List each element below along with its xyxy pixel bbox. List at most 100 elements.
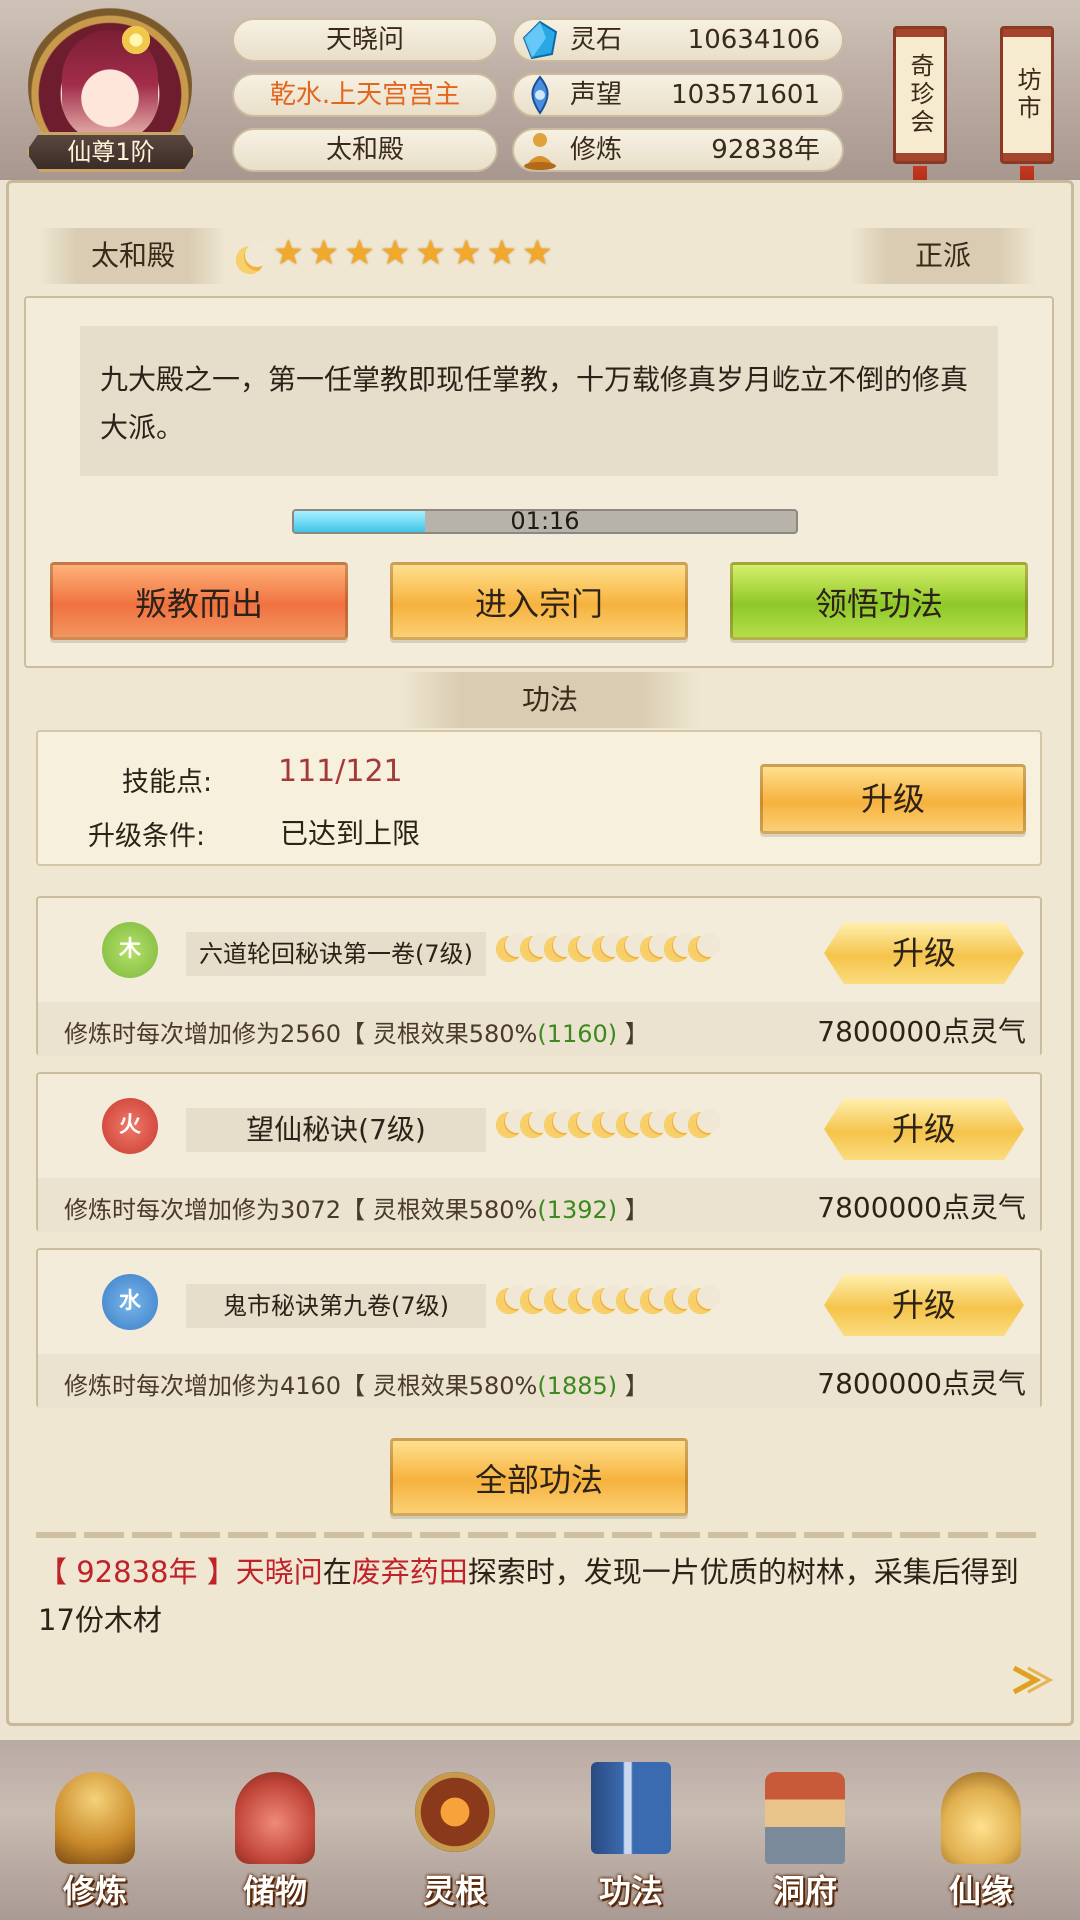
- leave-sect-button[interactable]: 叛教而出: [50, 562, 348, 640]
- technique-row: 水 鬼市秘诀第九卷(7级) 升级 修炼时每次增加修为4160【 灵根效果580%…: [36, 1248, 1042, 1408]
- storage-bag-icon: [235, 1772, 315, 1864]
- moon-icon: [664, 1109, 697, 1138]
- fire-element-icon: 火: [102, 1098, 158, 1154]
- rank-badge: 仙尊1阶: [26, 132, 196, 172]
- resource-label: 声望: [570, 80, 623, 110]
- reputation-icon: [531, 75, 549, 115]
- nav-spirit-root[interactable]: 灵根: [390, 1740, 520, 1920]
- top-header: 仙尊1阶 天晓问 乾水.上天宫宫主 太和殿 灵石 10634106 声望 103…: [0, 0, 1080, 206]
- moon-icon: [640, 1109, 673, 1138]
- upgrade-condition-label: 升级条件:: [88, 821, 206, 852]
- all-techniques-button[interactable]: 全部功法: [390, 1438, 688, 1516]
- moon-icon: [640, 1285, 673, 1314]
- sect-name-label: 太和殿: [40, 228, 226, 284]
- nav-label: 灵根: [422, 1872, 487, 1910]
- moon-icon: [592, 933, 625, 962]
- moon-icon: [496, 933, 529, 962]
- moon-icon: [544, 933, 577, 962]
- moon-icon: [568, 1285, 601, 1314]
- technique-upgrade-button[interactable]: 升级: [824, 922, 1024, 984]
- moon-icon: [568, 1109, 601, 1138]
- log-year: 92838年: [67, 1555, 207, 1589]
- technique-level-moons: [496, 1109, 721, 1142]
- effect-text: 修炼时每次增加修为3072【 灵根效果580%: [64, 1196, 538, 1224]
- hair-flower-icon: [118, 22, 154, 58]
- player-sect: 太和殿: [232, 128, 498, 172]
- technique-book-icon: [591, 1762, 671, 1854]
- nav-label: 储物: [242, 1872, 307, 1910]
- moon-icon: [664, 933, 697, 962]
- technique-name: 望仙秘诀(7级): [186, 1108, 486, 1152]
- market-banner[interactable]: 坊市: [1000, 26, 1054, 164]
- star-rating: ★ ★ ★ ★ ★ ★ ★ ★: [236, 236, 553, 276]
- sect-description: 九大殿之一，第一任掌教即现任掌教，十万载修真岁月屹立不倒的修真大派。: [80, 326, 998, 476]
- technique-level-moons: [496, 933, 721, 966]
- wood-element-icon: 木: [102, 922, 158, 978]
- technique-effect: 修炼时每次增加修为3072【 灵根效果580%(1392) 】: [64, 1190, 649, 1225]
- treasure-fair-banner[interactable]: 奇珍会: [893, 26, 947, 164]
- effect-bonus: (1885): [537, 1372, 618, 1400]
- moon-icon: [520, 1109, 553, 1138]
- star-icon: ★: [486, 233, 518, 273]
- cultivation-icon: [524, 133, 556, 170]
- nav-cultivate[interactable]: 修炼: [30, 1740, 160, 1920]
- event-log-message: 【 92838年 】天晓问在废弃药田探索时，发现一片优质的树林，采集后得到17份…: [38, 1548, 1038, 1644]
- moon-icon: [688, 1285, 721, 1314]
- nav-label: 仙缘: [948, 1872, 1013, 1910]
- technique-effect: 修炼时每次增加修为2560【 灵根效果580%(1160) 】: [64, 1014, 649, 1049]
- effect-suffix: 】: [617, 1196, 649, 1224]
- technique-name: 鬼市秘诀第九卷(7级): [186, 1284, 486, 1328]
- skill-points-value: 111/121: [278, 754, 403, 789]
- enter-sect-button[interactable]: 进入宗门: [390, 562, 688, 640]
- spirit-root-icon: [415, 1772, 495, 1852]
- ornamental-divider: [36, 1532, 1042, 1538]
- moon-icon: [496, 1109, 529, 1138]
- techniques-section-title: 功法: [400, 672, 700, 728]
- effect-suffix: 】: [617, 1020, 649, 1048]
- effect-text: 修炼时每次增加修为4160【 灵根效果580%: [64, 1372, 538, 1400]
- resource-value: 92838年: [711, 135, 820, 165]
- resource-value: 103571601: [671, 80, 820, 110]
- nav-cave[interactable]: 洞府: [740, 1740, 870, 1920]
- player-name: 天晓问: [232, 18, 498, 62]
- comprehend-technique-button[interactable]: 领悟功法: [730, 562, 1028, 640]
- moon-icon: [592, 1109, 625, 1138]
- nav-immortal-fate[interactable]: 仙缘: [916, 1740, 1046, 1920]
- player-title: 乾水.上天宫宫主: [232, 73, 498, 117]
- log-bracket: 】: [206, 1555, 236, 1589]
- resource-label: 灵石: [570, 25, 623, 55]
- moon-icon: [616, 1109, 649, 1138]
- moon-icon: [544, 1109, 577, 1138]
- star-icon: ★: [522, 233, 553, 273]
- nav-storage[interactable]: 储物: [210, 1740, 340, 1920]
- effect-text: 修炼时每次增加修为2560【 灵根效果580%: [64, 1020, 538, 1048]
- sect-alignment-label: 正派: [850, 228, 1036, 284]
- water-element-icon: 水: [102, 1274, 158, 1330]
- effect-bonus: (1160): [537, 1020, 618, 1048]
- upgrade-condition-value: 已达到上限: [280, 817, 421, 850]
- technique-cost: 7800000点灵气: [817, 1015, 1026, 1048]
- star-icon: ★: [308, 233, 340, 273]
- technique-upgrade-button[interactable]: 升级: [824, 1274, 1024, 1336]
- resource-label: 修炼: [570, 135, 623, 165]
- nav-label: 洞府: [772, 1872, 837, 1910]
- moon-icon: [520, 1285, 553, 1314]
- star-icon: ★: [415, 233, 446, 273]
- log-next-arrow-icon[interactable]: [1006, 1660, 1056, 1700]
- effect-suffix: 】: [617, 1372, 649, 1400]
- resource-reputation: 声望 103571601: [512, 73, 844, 117]
- technique-level-moons: [496, 1285, 721, 1318]
- skill-upgrade-button[interactable]: 升级: [760, 764, 1026, 834]
- moon-icon: [236, 242, 269, 274]
- resource-spirit-stone: 灵石 10634106: [512, 18, 844, 62]
- nav-technique[interactable]: 功法: [566, 1740, 696, 1920]
- immortal-fate-icon: [941, 1772, 1021, 1864]
- moon-icon: [568, 933, 601, 962]
- technique-upgrade-button[interactable]: 升级: [824, 1098, 1024, 1160]
- technique-cost: 7800000点灵气: [817, 1367, 1026, 1400]
- technique-name: 六道轮回秘诀第一卷(7级): [186, 932, 486, 976]
- timer-text: 01:16: [510, 507, 580, 535]
- spirit-stone-icon: [522, 20, 558, 60]
- moon-icon: [640, 933, 673, 962]
- moon-icon: [544, 1285, 577, 1314]
